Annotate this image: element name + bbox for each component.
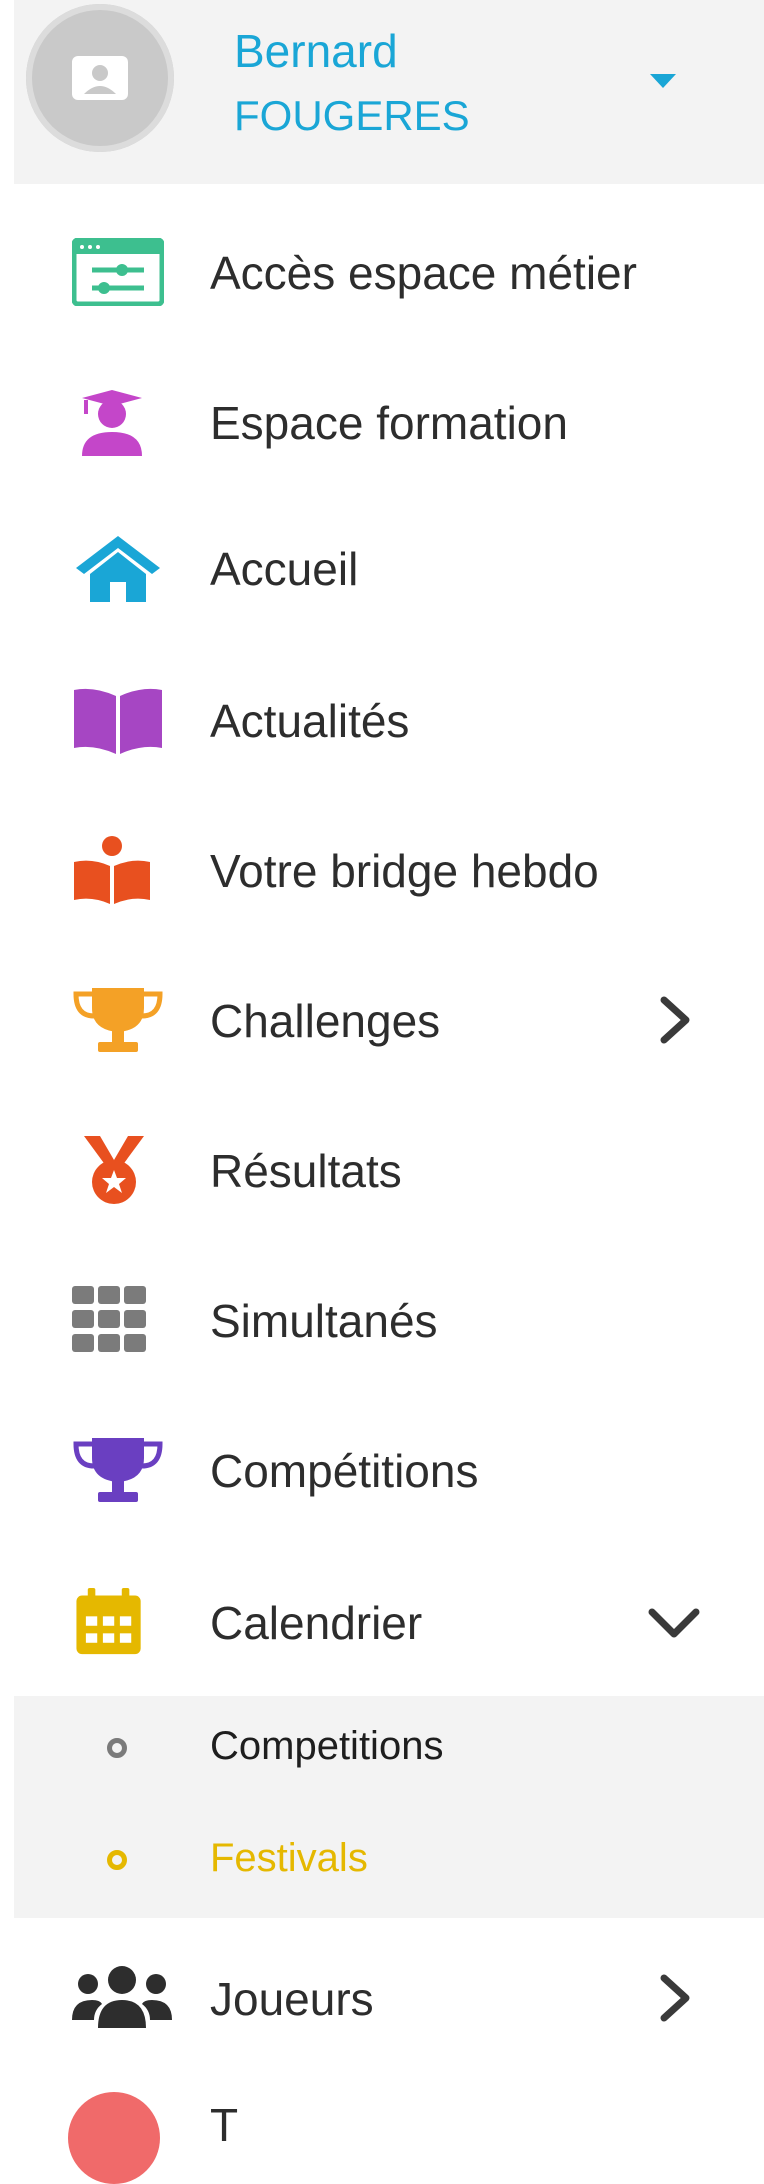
menu-item-label: Calendrier — [210, 1597, 423, 1649]
dashboard-settings-icon — [72, 238, 164, 306]
chevron-right-icon[interactable] — [658, 996, 692, 1044]
paper-plane-icon[interactable] — [68, 2092, 160, 2184]
trophy-icon — [73, 1438, 163, 1502]
menu-item-label: Joueurs — [210, 1973, 374, 2025]
menu-item-actualites[interactable]: Actualités — [14, 668, 764, 768]
circle-icon — [107, 1850, 127, 1870]
menu-item-label-partial[interactable]: T — [210, 2098, 238, 2152]
submenu-item-festivals[interactable]: Festivals — [14, 1808, 764, 1908]
menu-item-competitions[interactable]: Compétitions — [14, 1418, 764, 1518]
submenu-item-label: Competitions — [210, 1724, 444, 1768]
menu-item-espace-formation[interactable]: Espace formation — [14, 370, 764, 470]
circle-icon — [107, 1738, 127, 1758]
menu-item-label: Accès espace métier — [210, 247, 637, 299]
submenu-item-competitions[interactable]: Competitions — [14, 1696, 764, 1796]
menu-item-label: Simultanés — [210, 1295, 438, 1347]
trophy-icon — [73, 988, 163, 1052]
chevron-down-icon[interactable] — [646, 1604, 702, 1644]
user-first-name: Bernard — [234, 25, 398, 77]
menu-item-label: Votre bridge hebdo — [210, 845, 599, 897]
calendar-icon — [76, 1588, 141, 1655]
menu-item-label: Espace formation — [210, 397, 568, 449]
menu-item-resultats[interactable]: Résultats — [14, 1118, 764, 1218]
menu-item-label: Actualités — [210, 695, 410, 747]
user-portrait-icon — [72, 56, 128, 100]
menu-item-calendrier[interactable]: Calendrier — [14, 1570, 764, 1670]
user-header[interactable]: Bernard FOUGERES — [14, 0, 764, 184]
calendar-submenu: Competitions Festivals — [14, 1696, 764, 1918]
menu-item-challenges[interactable]: Challenges — [14, 968, 764, 1068]
menu-item-label: Accueil — [210, 543, 359, 595]
book-open-icon — [74, 688, 162, 754]
graduate-icon — [82, 390, 142, 456]
menu-item-label: Compétitions — [210, 1445, 479, 1497]
menu-item-simultanes[interactable]: Simultanés — [14, 1268, 764, 1368]
chevron-right-icon[interactable] — [658, 1974, 692, 2022]
caret-down-icon[interactable] — [648, 72, 678, 90]
menu-item-acces-espace-metier[interactable]: Accès espace métier — [14, 220, 764, 320]
menu-item-label: Résultats — [210, 1145, 402, 1197]
users-icon — [72, 1966, 172, 2028]
menu-item-votre-bridge-hebdo[interactable]: Votre bridge hebdo — [14, 818, 764, 918]
menu-item-joueurs[interactable]: Joueurs — [14, 1946, 764, 2046]
user-last-name: FOUGERES — [234, 92, 470, 139]
submenu-item-label: Festivals — [210, 1836, 368, 1880]
avatar — [26, 4, 174, 152]
grid-icon — [72, 1286, 146, 1352]
reader-icon — [74, 836, 150, 904]
medal-icon — [84, 1136, 144, 1204]
menu-item-accueil[interactable]: Accueil — [14, 516, 764, 616]
home-icon — [76, 536, 160, 602]
menu-item-label: Challenges — [210, 995, 441, 1047]
